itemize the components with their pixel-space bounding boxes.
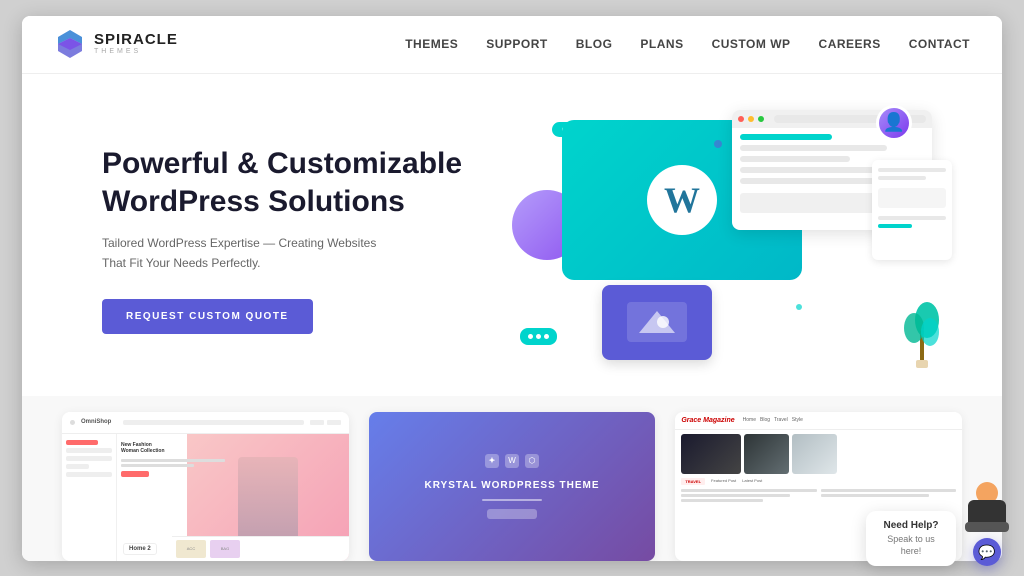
avatar-bubble: 👤	[876, 105, 912, 141]
logo-text: SPIRACLE THEMES	[94, 32, 178, 56]
help-title: Need Help?	[883, 520, 938, 531]
help-person	[964, 482, 1010, 534]
dot-decoration-1	[714, 140, 722, 148]
theme-card-omnishop[interactable]: OmniShop	[62, 412, 349, 561]
card1-products: ACC BAG	[172, 536, 349, 561]
nav-item-themes[interactable]: THEMES	[405, 35, 458, 53]
nav-item-careers[interactable]: CAREERS	[819, 35, 881, 53]
card3-logo: Grace Magazine	[681, 417, 734, 424]
card3-header: Grace Magazine Home Blog Travel Style	[675, 412, 962, 430]
card1-brand: OmniShop	[81, 419, 111, 425]
image-placeholder-card	[602, 285, 712, 360]
hero-title: Powerful & Customizable WordPress Soluti…	[102, 145, 482, 220]
nav-item-custom-wp[interactable]: CUSTOM WP	[712, 35, 791, 53]
themes-section: OmniShop	[22, 396, 1002, 561]
document-card	[872, 160, 952, 260]
card1-text: New FashionWoman Collection	[121, 442, 225, 477]
navbar: SPIRACLE THEMES THEMES SUPPORT BLOG PLAN…	[22, 16, 1002, 74]
hero-section: Powerful & Customizable WordPress Soluti…	[22, 74, 1002, 396]
hero-content: Powerful & Customizable WordPress Soluti…	[102, 145, 482, 333]
card1-sidebar	[62, 434, 117, 561]
hero-title-line2: WordPress Solutions	[102, 185, 405, 218]
wordpress-logo: W	[647, 165, 717, 235]
help-subtitle: Speak to us here!	[878, 533, 944, 558]
card3-image-3	[792, 434, 837, 474]
nav-links: THEMES SUPPORT BLOG PLANS CUSTOM WP CARE…	[405, 35, 970, 53]
card3-featured	[681, 434, 956, 474]
logo-icon	[54, 28, 86, 60]
cta-button[interactable]: REQUEST CUSTOM QUOTE	[102, 299, 313, 334]
theme-card-krystal[interactable]: ✦ W ⬡ KRYSTAL WORDPRESS THEME	[369, 412, 656, 561]
help-bubble: Need Help? Speak to us here!	[866, 511, 956, 566]
card2-logos: ✦ W ⬡	[485, 454, 539, 468]
card2-divider	[482, 499, 542, 501]
brand-name: SPIRACLE	[94, 32, 178, 49]
card1-header: OmniShop	[62, 412, 349, 434]
brand-sub: THEMES	[94, 48, 178, 56]
hero-title-line1: Powerful & Customizable	[102, 147, 462, 180]
card2-title: KRYSTAL WORDPRESS THEME	[424, 480, 599, 491]
card3-nav: Home Blog Travel Style	[743, 417, 803, 423]
nav-item-support[interactable]: SUPPORT	[486, 35, 548, 53]
chat-fab-button[interactable]: 💬	[973, 538, 1001, 566]
help-avatar-area: 💬	[964, 482, 1010, 566]
hero-subtitle: Tailored WordPress Expertise — Creating …	[102, 234, 382, 272]
card1-label: Home 2	[123, 543, 157, 555]
help-widget[interactable]: Need Help? Speak to us here! 💬	[866, 482, 1010, 566]
plant-decoration	[902, 290, 942, 370]
nav-item-contact[interactable]: CONTACT	[909, 35, 970, 53]
card3-image-1	[681, 434, 741, 474]
hero-illustration: W	[502, 110, 942, 370]
card2-content: ✦ W ⬡ KRYSTAL WORDPRESS THEME	[369, 412, 656, 561]
card2-button	[487, 509, 537, 519]
card3-image-2	[744, 434, 789, 474]
logo[interactable]: SPIRACLE THEMES	[54, 28, 178, 60]
card1-main: New FashionWoman Collection Home 2 ACC B…	[117, 434, 349, 561]
nav-item-blog[interactable]: BLOG	[576, 35, 613, 53]
nav-item-plans[interactable]: PLANS	[640, 35, 683, 53]
chat-bubble	[520, 328, 557, 345]
dot-decoration-2	[796, 304, 802, 310]
card1-content: New FashionWoman Collection Home 2 ACC B…	[62, 434, 349, 561]
